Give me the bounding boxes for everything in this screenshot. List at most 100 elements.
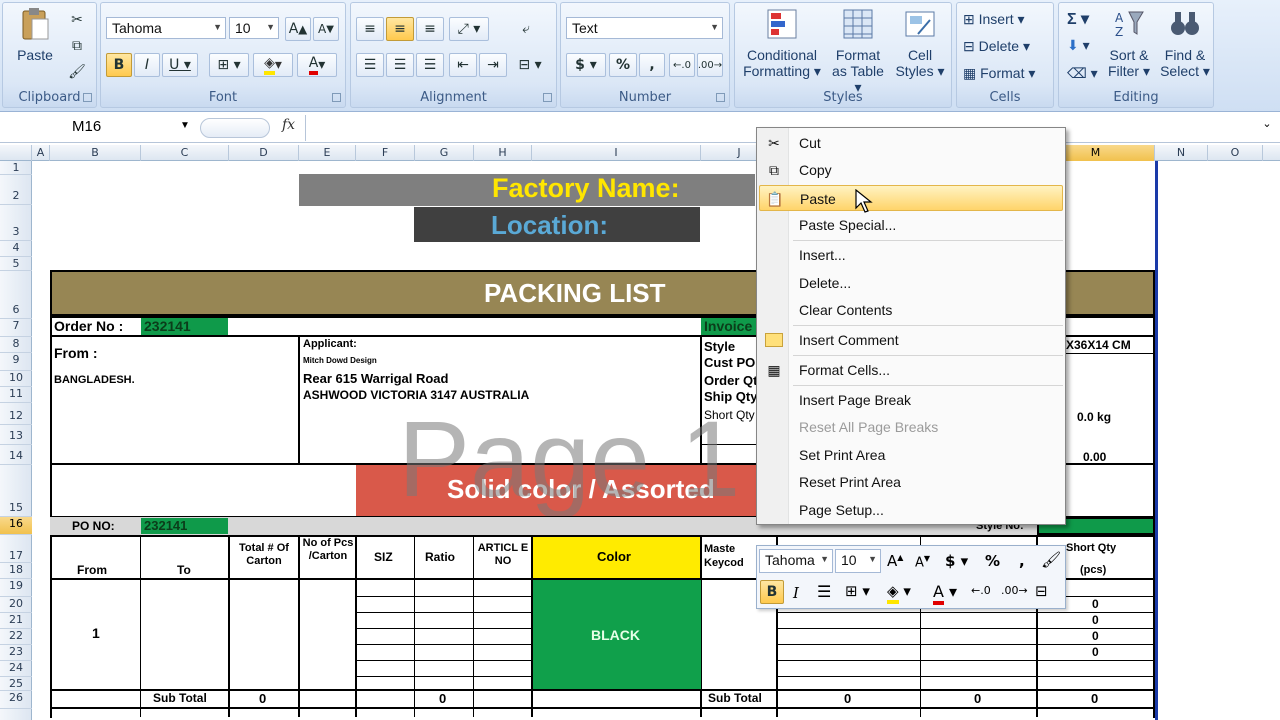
insert-function-icon[interactable]: fx [282, 117, 295, 133]
borders-button[interactable]: ⊞ ▾ [209, 53, 249, 77]
cut-icon[interactable]: ✂ [65, 9, 89, 31]
autosum-button[interactable]: Σ ▾ [1067, 9, 1089, 29]
decrease-decimal-button[interactable]: .00→ [697, 53, 723, 77]
column-header[interactable]: N [1155, 145, 1208, 161]
format-painter-icon[interactable]: 🖌 [1041, 550, 1061, 569]
row-header[interactable]: 17 [0, 535, 32, 563]
row-header[interactable]: 14 [0, 445, 32, 465]
row-header[interactable]: 20 [0, 597, 32, 613]
name-box[interactable]: M16 ▼ [0, 116, 198, 140]
increase-indent-button[interactable]: ⇥ [479, 53, 507, 77]
grow-font-button[interactable]: A ▲ [285, 17, 311, 41]
column-header[interactable]: E [299, 145, 356, 161]
find-select-button[interactable]: Find & Select ▾ [1157, 7, 1213, 79]
column-header[interactable]: D [229, 145, 299, 161]
merge-center-icon[interactable]: ⊟ ▾ [511, 53, 549, 77]
align-top-button[interactable]: ≡ [356, 17, 384, 41]
mini-percent-button[interactable]: % [985, 552, 1000, 570]
column-header[interactable]: G [415, 145, 474, 161]
wrap-text-icon[interactable]: ⤶ [511, 17, 541, 41]
menu-item-insert[interactable]: Insert... [759, 242, 1063, 268]
mini-merge-icon[interactable]: ⊟ [1035, 582, 1048, 600]
mini-italic-button[interactable]: I [793, 584, 799, 602]
bold-button[interactable]: B [106, 53, 132, 77]
shrink-font-icon[interactable]: A▼ [915, 554, 930, 570]
menu-item-cut[interactable]: ✂ Cut [759, 130, 1063, 156]
clipboard-launcher-icon[interactable] [83, 93, 92, 102]
row-header[interactable]: 10 [0, 371, 32, 387]
row-header[interactable]: 9 [0, 353, 32, 371]
column-header[interactable]: B [50, 145, 141, 161]
number-format-combo[interactable]: Text ▼ [566, 17, 723, 39]
mini-font-combo[interactable]: Tahoma ▼ [759, 549, 833, 573]
conditional-formatting-button[interactable]: Conditional Formatting ▾ [739, 7, 825, 79]
row-header[interactable]: 7 [0, 319, 32, 337]
row-header[interactable]: 12 [0, 403, 32, 425]
menu-item-insert-comment[interactable]: Insert Comment [759, 327, 1063, 353]
fill-color-button[interactable]: ◈ ▾ [253, 53, 293, 77]
comma-button[interactable]: , [639, 53, 665, 77]
align-bottom-button[interactable]: ≡ [416, 17, 444, 41]
column-header[interactable]: H [474, 145, 532, 161]
row-header[interactable]: 4 [0, 241, 32, 257]
mini-font-color-icon[interactable]: A ▾ [933, 582, 957, 605]
row-header[interactable]: 8 [0, 337, 32, 353]
grow-font-icon[interactable]: A▲ [887, 552, 903, 570]
font-color-button[interactable]: A ▾ [297, 53, 337, 77]
row-header[interactable]: 24 [0, 661, 32, 677]
menu-item-delete[interactable]: Delete... [759, 270, 1063, 296]
alignment-launcher-icon[interactable] [543, 93, 552, 102]
mini-comma-button[interactable]: , [1019, 552, 1025, 570]
menu-item-copy[interactable]: ⧉ Copy [759, 157, 1063, 183]
delete-cells-button[interactable]: ⊟ Delete ▾ [963, 38, 1030, 55]
menu-item-insert-page-break[interactable]: Insert Page Break [759, 387, 1063, 413]
insert-cells-button[interactable]: ⊞ Insert ▾ [963, 11, 1025, 28]
copy-icon[interactable]: ⧉ [65, 35, 89, 57]
font-name-combo[interactable]: Tahoma ▼ [106, 17, 226, 39]
mini-increase-decimal-icon[interactable]: ←.0 [971, 584, 991, 597]
select-all-corner[interactable] [0, 145, 32, 161]
row-header[interactable]: 11 [0, 387, 32, 403]
row-header[interactable]: 1 [0, 161, 32, 175]
menu-item-page-setup[interactable]: Page Setup... [759, 497, 1063, 523]
mini-decrease-decimal-icon[interactable]: .00→ [1001, 584, 1028, 597]
sort-filter-button[interactable]: AZ Sort & Filter ▾ [1101, 7, 1157, 79]
percent-button[interactable]: % [609, 53, 637, 77]
align-left-button[interactable]: ☰ [356, 53, 384, 77]
paste-button[interactable]: Paste [7, 7, 63, 63]
mini-currency-button[interactable]: $ ▾ [945, 552, 968, 570]
format-cells-button[interactable]: ▦ Format ▾ [963, 65, 1035, 82]
menu-item-paste[interactable]: 📋 Paste [759, 185, 1063, 211]
clear-button[interactable]: ⌫ ▾ [1067, 65, 1098, 82]
column-header[interactable]: I [532, 145, 701, 161]
mini-fill-color-icon[interactable]: ◈ ▾ [887, 582, 911, 604]
font-size-combo[interactable]: 10 ▼ [229, 17, 279, 39]
align-center-button[interactable]: ☰ [386, 53, 414, 77]
fill-button[interactable]: ⬇ ▾ [1067, 37, 1090, 54]
mini-borders-icon[interactable]: ⊞ ▾ [845, 582, 870, 600]
mini-bold-button[interactable]: B [760, 580, 784, 604]
mini-size-combo[interactable]: 10 ▼ [835, 549, 881, 573]
row-header[interactable]: 5 [0, 257, 32, 271]
column-header[interactable]: A [32, 145, 50, 161]
row-header[interactable]: 18 [0, 563, 32, 579]
row-header[interactable]: 6 [0, 271, 32, 319]
italic-button[interactable]: I [134, 53, 160, 77]
menu-item-clear-contents[interactable]: Clear Contents [759, 297, 1063, 323]
menu-item-reset-print-area[interactable]: Reset Print Area [759, 469, 1063, 495]
row-header-selected[interactable]: 16 [0, 517, 32, 535]
row-header[interactable]: 26 [0, 691, 32, 709]
row-header[interactable]: 23 [0, 645, 32, 661]
column-header[interactable]: F [356, 145, 415, 161]
expand-formula-icon[interactable]: ⌄ [1258, 117, 1276, 139]
row-header[interactable]: 2 [0, 175, 32, 205]
row-header[interactable]: 19 [0, 579, 32, 597]
format-as-table-button[interactable]: Format as Table ▾ [827, 7, 889, 95]
increase-decimal-button[interactable]: ←.0 [669, 53, 695, 77]
decrease-indent-button[interactable]: ⇤ [449, 53, 477, 77]
cell-styles-button[interactable]: Cell Styles ▾ [891, 7, 949, 79]
column-header[interactable]: O [1208, 145, 1263, 161]
number-launcher-icon[interactable] [716, 93, 725, 102]
menu-item-set-print-area[interactable]: Set Print Area [759, 442, 1063, 468]
shrink-font-button[interactable]: A ▼ [313, 17, 339, 41]
